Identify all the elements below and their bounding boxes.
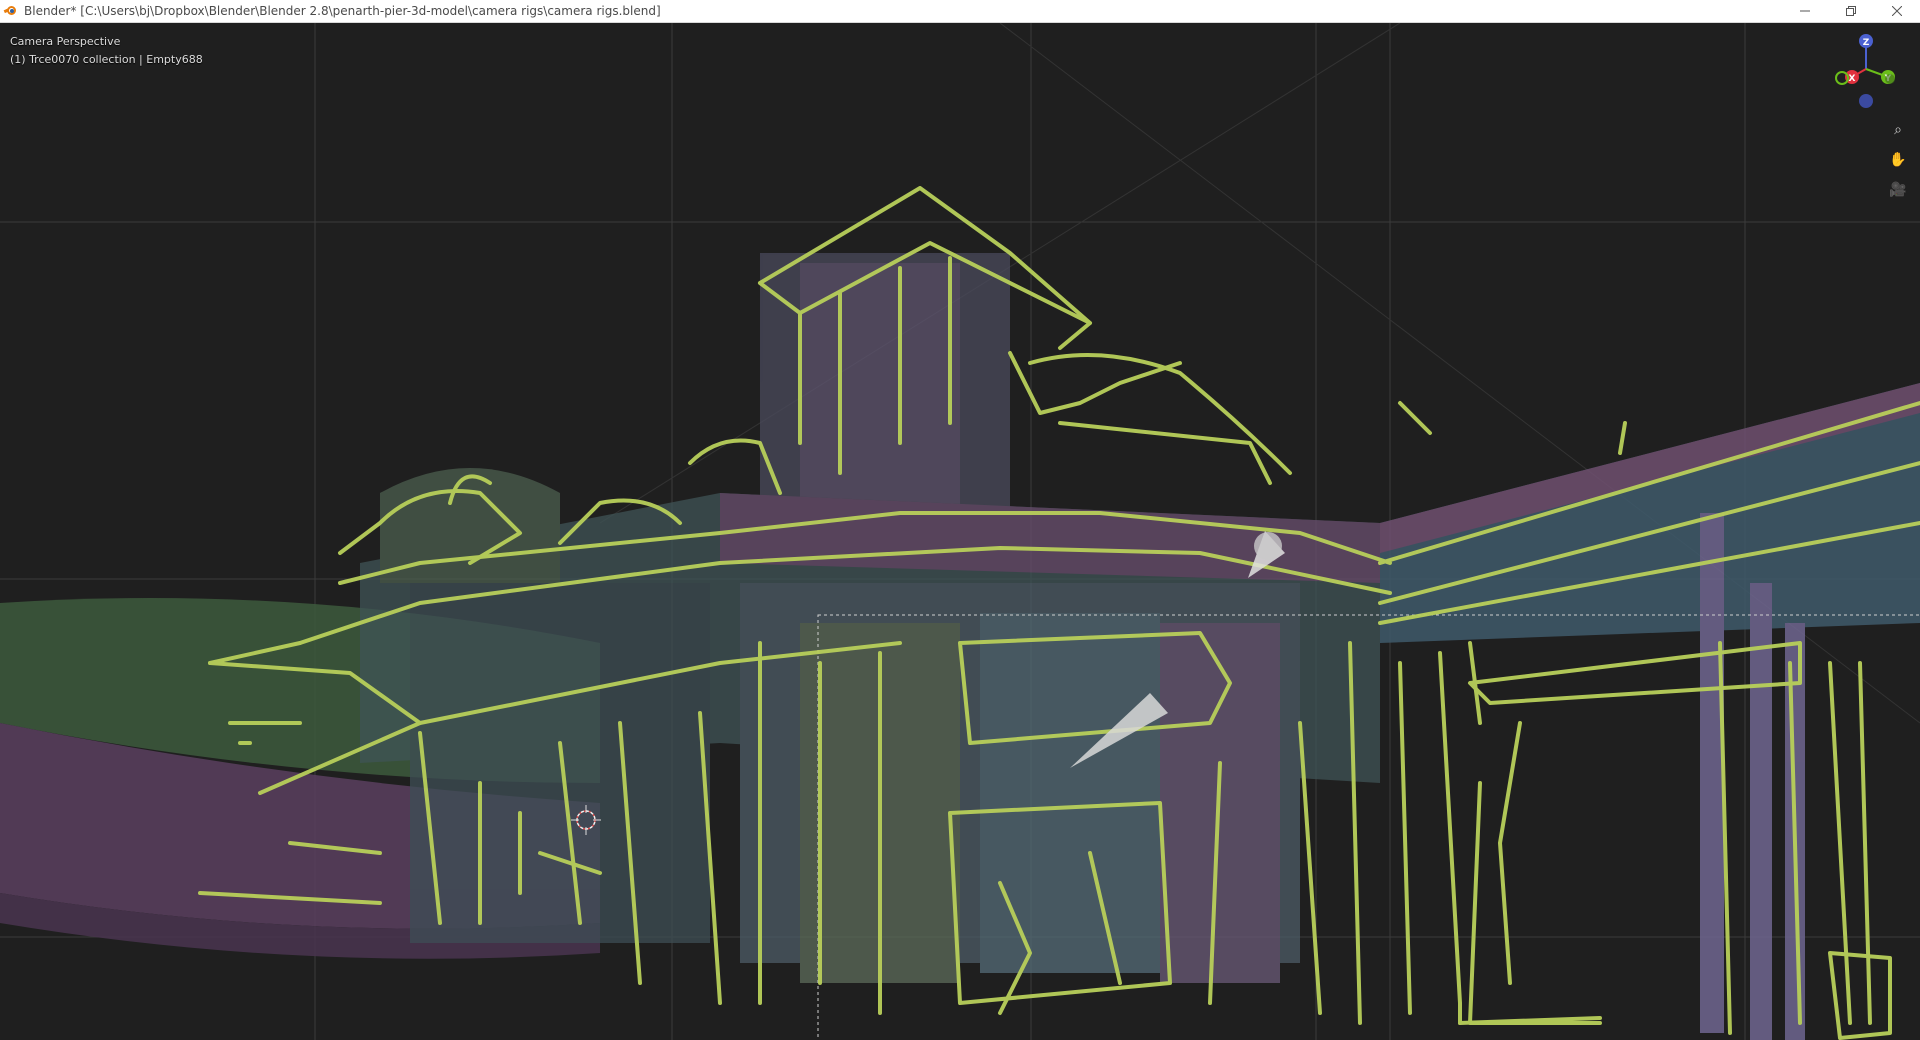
gizmo-z-label: Z: [1863, 38, 1870, 48]
camera-view-icon[interactable]: 🎥: [1886, 178, 1910, 202]
minimize-button[interactable]: [1782, 0, 1828, 22]
3d-viewport[interactable]: Camera Perspective (1) Trce0070 collecti…: [0, 23, 1920, 1040]
restore-icon: [1846, 6, 1856, 16]
collection-info: (1) Trce0070 collection | Empty688: [10, 53, 203, 66]
title-bar: Blender* [C:\Users\bj\Dropbox\Blender\Bl…: [0, 0, 1920, 23]
navigation-gizmo[interactable]: Z X Y: [1826, 29, 1906, 109]
pan-hand-icon[interactable]: ✋: [1886, 148, 1910, 172]
viewport-info: Camera Perspective (1) Trce0070 collecti…: [10, 33, 203, 69]
window-title: Blender* [C:\Users\bj\Dropbox\Blender\Bl…: [24, 4, 661, 18]
blender-logo-icon: [3, 4, 18, 18]
navigation-tools: ⌕ ✋ 🎥: [1886, 118, 1910, 208]
minimize-icon: [1800, 10, 1810, 12]
view-name: Camera Perspective: [10, 35, 121, 48]
zoom-icon[interactable]: ⌕: [1886, 118, 1910, 142]
scene-canvas[interactable]: [0, 23, 1920, 1040]
gizmo-x-label: X: [1849, 74, 1856, 84]
close-button[interactable]: [1874, 0, 1920, 22]
close-icon: [1892, 6, 1902, 16]
gizmo-neg-z-axis: [1859, 94, 1873, 108]
restore-button[interactable]: [1828, 0, 1874, 22]
window-controls: [1782, 0, 1920, 22]
